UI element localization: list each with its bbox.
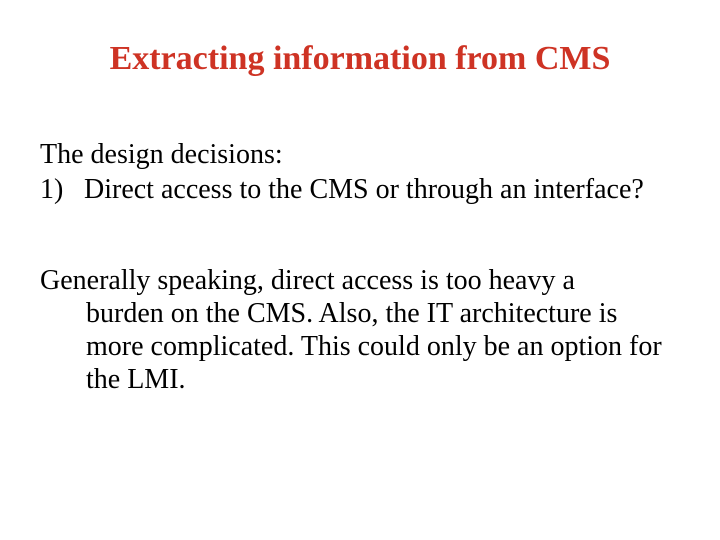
list-number: 1) [40,173,84,206]
paragraph-2-first-line: Generally speaking, direct access is too… [40,264,680,297]
intro-line: The design decisions: [40,138,680,171]
slide-title: Extracting information from CMS [0,40,720,78]
slide: Extracting information from CMS The desi… [0,0,720,540]
paragraph-2-rest: burden on the CMS. Also, the IT architec… [86,297,680,396]
list-item-1: 1) Direct access to the CMS or through a… [40,173,680,206]
list-text: Direct access to the CMS or through an i… [84,173,680,206]
slide-body: The design decisions: 1) Direct access t… [40,138,680,396]
paragraph-2: Generally speaking, direct access is too… [40,264,680,396]
